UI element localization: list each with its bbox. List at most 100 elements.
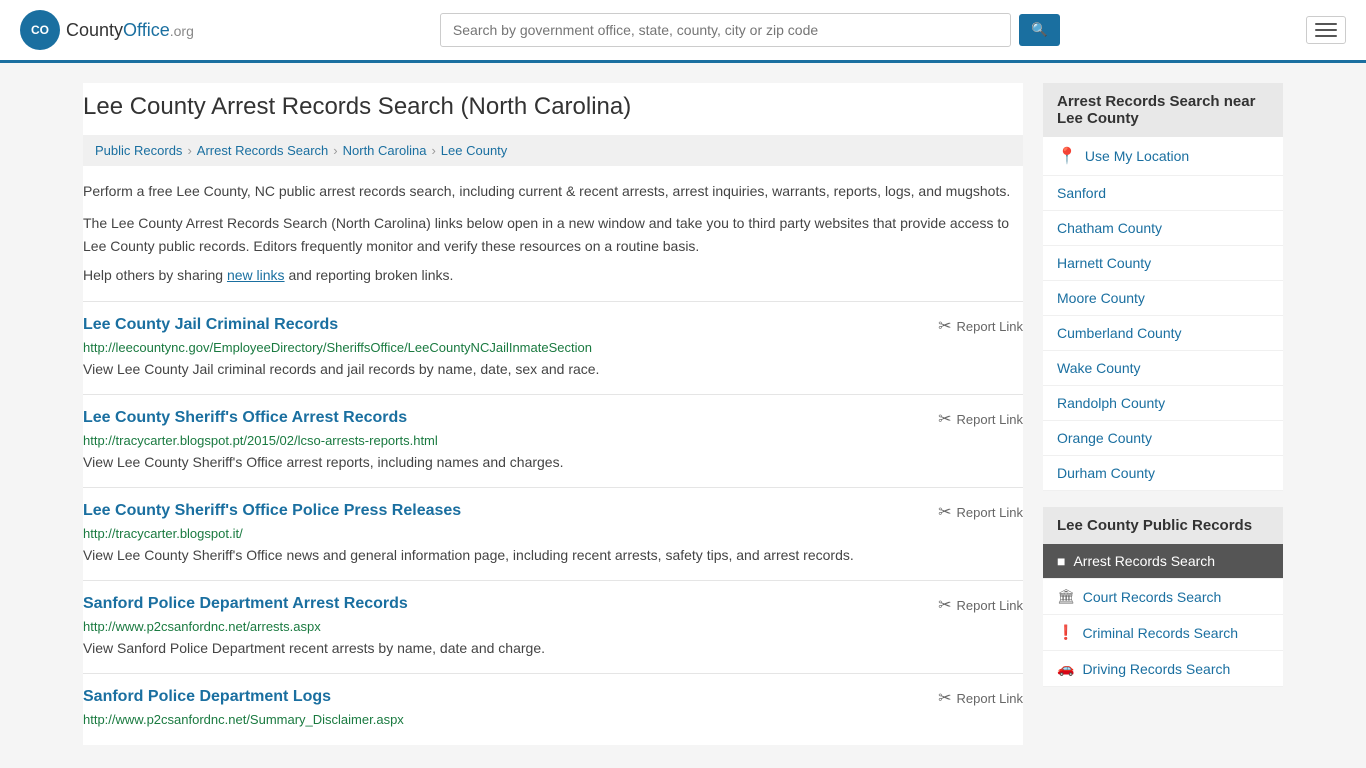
breadcrumb-north-carolina[interactable]: North Carolina	[343, 143, 427, 158]
svg-text:CO: CO	[31, 23, 49, 37]
pr-icon-2: ❗	[1057, 624, 1074, 641]
nearby-item-3[interactable]: Harnett County	[1043, 246, 1283, 281]
nearby-item-0[interactable]: 📍 Use My Location	[1043, 137, 1283, 176]
result-title-link[interactable]: Lee County Sheriff's Office Arrest Recor…	[83, 409, 407, 426]
search-button[interactable]: 🔍	[1019, 14, 1060, 46]
share-text-pre: Help others by sharing	[83, 267, 227, 283]
results-container: Lee County Jail Criminal Records ✂ Repor…	[83, 301, 1023, 745]
nearby-item-6[interactable]: Wake County	[1043, 351, 1283, 386]
nearby-item-1[interactable]: Sanford	[1043, 176, 1283, 211]
result-desc: View Lee County Sheriff's Office arrest …	[83, 452, 1023, 473]
result-title-link[interactable]: Lee County Jail Criminal Records	[83, 316, 338, 333]
sidebar: Arrest Records Search near Lee County 📍 U…	[1043, 83, 1283, 745]
result-url: http://www.p2csanfordnc.net/arrests.aspx	[83, 619, 1023, 634]
nearby-item-2[interactable]: Chatham County	[1043, 211, 1283, 246]
nearby-item-9[interactable]: Durham County	[1043, 456, 1283, 491]
result-title-link[interactable]: Sanford Police Department Arrest Records	[83, 595, 408, 612]
report-link-button[interactable]: ✂ Report Link	[938, 688, 1023, 708]
result-item: Sanford Police Department Logs ✂ Report …	[83, 673, 1023, 745]
report-link-button[interactable]: ✂ Report Link	[938, 502, 1023, 522]
new-links-link[interactable]: new links	[227, 267, 285, 283]
report-link-label: Report Link	[957, 412, 1023, 427]
nearby-link[interactable]: Orange County	[1057, 430, 1152, 446]
pr-icon-3: 🚗	[1057, 660, 1074, 677]
search-input[interactable]	[440, 13, 1011, 47]
result-url: http://www.p2csanfordnc.net/Summary_Disc…	[83, 712, 1023, 727]
breadcrumb: Public Records › Arrest Records Search ›…	[83, 135, 1023, 166]
site-header: CO CountyOffice.org 🔍	[0, 0, 1366, 63]
report-link-label: Report Link	[957, 598, 1023, 613]
breadcrumb-sep-3: ›	[431, 143, 435, 158]
search-bar-area: 🔍	[440, 13, 1060, 47]
result-title: Lee County Jail Criminal Records	[83, 316, 338, 334]
breadcrumb-sep-1: ›	[187, 143, 191, 158]
result-title: Lee County Sheriff's Office Police Press…	[83, 502, 461, 520]
report-icon: ✂	[938, 502, 951, 522]
public-record-item-1[interactable]: 🏛 Court Records Search	[1043, 579, 1283, 615]
result-item: Lee County Sheriff's Office Police Press…	[83, 487, 1023, 580]
nearby-link[interactable]: Use My Location	[1085, 148, 1189, 164]
result-item: Lee County Sheriff's Office Arrest Recor…	[83, 394, 1023, 487]
public-records-header: Lee County Public Records	[1043, 507, 1283, 544]
report-link-label: Report Link	[957, 319, 1023, 334]
pr-link-2[interactable]: Criminal Records Search	[1082, 625, 1238, 641]
nearby-item-8[interactable]: Orange County	[1043, 421, 1283, 456]
nearby-link[interactable]: Chatham County	[1057, 220, 1162, 236]
nearby-link[interactable]: Harnett County	[1057, 255, 1151, 271]
page-title: Lee County Arrest Records Search (North …	[83, 83, 1023, 121]
logo-icon: CO	[20, 10, 60, 50]
pr-icon-1: 🏛	[1057, 588, 1075, 605]
report-link-button[interactable]: ✂ Report Link	[938, 595, 1023, 615]
nearby-item-4[interactable]: Moore County	[1043, 281, 1283, 316]
result-header: Lee County Sheriff's Office Arrest Recor…	[83, 409, 1023, 429]
nearby-item-7[interactable]: Randolph County	[1043, 386, 1283, 421]
result-item: Lee County Jail Criminal Records ✂ Repor…	[83, 301, 1023, 394]
share-text-post: and reporting broken links.	[285, 267, 454, 283]
breadcrumb-lee-county[interactable]: Lee County	[441, 143, 508, 158]
result-desc: View Lee County Sheriff's Office news an…	[83, 545, 1023, 566]
logo-svg: CO	[26, 16, 54, 44]
breadcrumb-arrest-records[interactable]: Arrest Records Search	[197, 143, 329, 158]
report-link-label: Report Link	[957, 505, 1023, 520]
report-icon: ✂	[938, 688, 951, 708]
nearby-link[interactable]: Randolph County	[1057, 395, 1165, 411]
nearby-link[interactable]: Sanford	[1057, 185, 1106, 201]
pr-link-1[interactable]: Court Records Search	[1083, 589, 1222, 605]
result-title-link[interactable]: Lee County Sheriff's Office Police Press…	[83, 502, 461, 519]
public-record-item-0[interactable]: ■ Arrest Records Search	[1043, 544, 1283, 579]
result-url: http://tracycarter.blogspot.pt/2015/02/l…	[83, 433, 1023, 448]
nearby-link[interactable]: Cumberland County	[1057, 325, 1182, 341]
breadcrumb-public-records[interactable]: Public Records	[95, 143, 182, 158]
nearby-link[interactable]: Wake County	[1057, 360, 1141, 376]
breadcrumb-sep-2: ›	[333, 143, 337, 158]
report-link-button[interactable]: ✂ Report Link	[938, 409, 1023, 429]
pr-link-3[interactable]: Driving Records Search	[1082, 661, 1230, 677]
nearby-link[interactable]: Durham County	[1057, 465, 1155, 481]
report-icon: ✂	[938, 409, 951, 429]
public-records-section: Lee County Public Records ■ Arrest Recor…	[1043, 507, 1283, 687]
result-url: http://tracycarter.blogspot.it/	[83, 526, 1023, 541]
result-title: Sanford Police Department Arrest Records	[83, 595, 408, 613]
nearby-link[interactable]: Moore County	[1057, 290, 1145, 306]
logo-text: CountyOffice.org	[66, 20, 194, 41]
hamburger-menu-button[interactable]	[1306, 16, 1346, 44]
nearby-section: Arrest Records Search near Lee County 📍 U…	[1043, 83, 1283, 491]
search-icon: 🔍	[1031, 22, 1048, 37]
nearby-item-5[interactable]: Cumberland County	[1043, 316, 1283, 351]
report-link-button[interactable]: ✂ Report Link	[938, 316, 1023, 336]
result-desc: View Lee County Jail criminal records an…	[83, 359, 1023, 380]
nearby-items-container: 📍 Use My Location Sanford Chatham County Har…	[1043, 137, 1283, 491]
result-item: Sanford Police Department Arrest Records…	[83, 580, 1023, 673]
result-url: http://leecountync.gov/EmployeeDirectory…	[83, 340, 1023, 355]
result-title: Sanford Police Department Logs	[83, 688, 331, 706]
pr-icon-0: ■	[1057, 553, 1065, 569]
result-desc: View Sanford Police Department recent ar…	[83, 638, 1023, 659]
public-record-item-3[interactable]: 🚗 Driving Records Search	[1043, 651, 1283, 687]
report-link-label: Report Link	[957, 691, 1023, 706]
location-icon: 📍	[1057, 146, 1077, 166]
result-title-link[interactable]: Sanford Police Department Logs	[83, 688, 331, 705]
pr-link-0[interactable]: Arrest Records Search	[1073, 553, 1215, 569]
nearby-header: Arrest Records Search near Lee County	[1043, 83, 1283, 137]
public-record-item-2[interactable]: ❗ Criminal Records Search	[1043, 615, 1283, 651]
result-header: Sanford Police Department Arrest Records…	[83, 595, 1023, 615]
